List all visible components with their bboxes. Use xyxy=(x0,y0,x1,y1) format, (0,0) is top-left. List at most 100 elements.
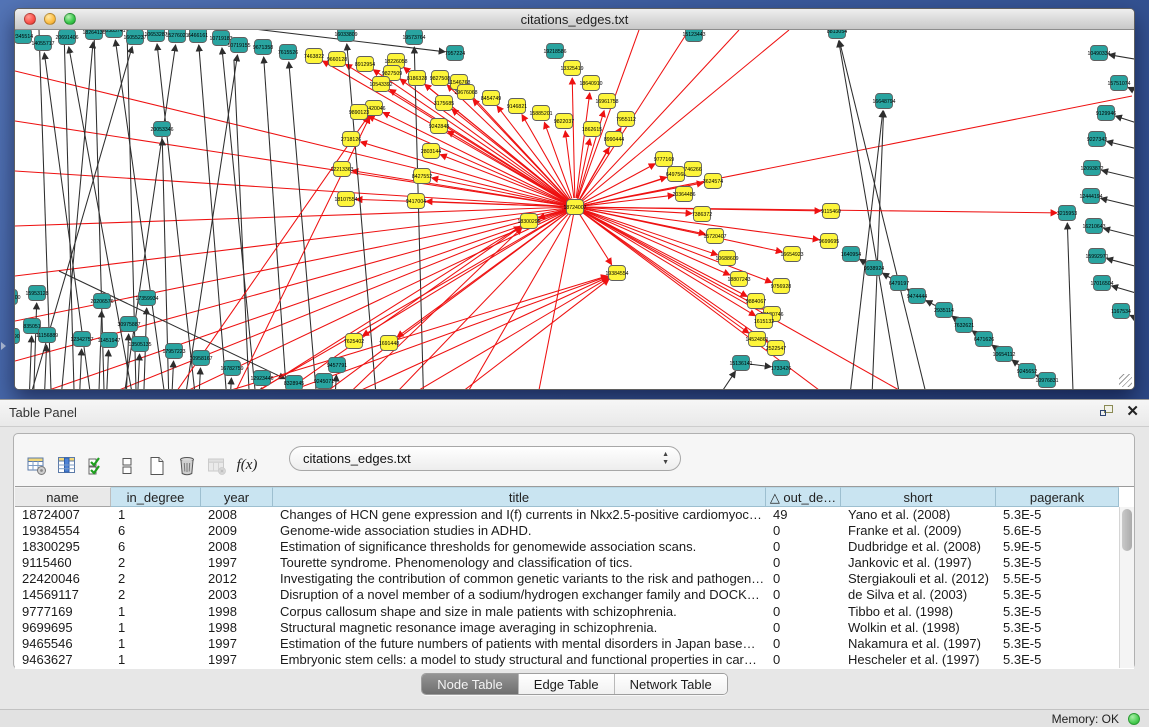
graph-node[interactable]: 16055237 xyxy=(123,30,146,45)
graph-edge[interactable] xyxy=(59,271,285,379)
graph-edge[interactable] xyxy=(871,111,884,389)
column-header-out_de[interactable]: △ out_de… xyxy=(766,487,841,507)
graph-node[interactable]: 18107554 xyxy=(334,192,357,207)
row-selection-icon[interactable] xyxy=(82,451,112,481)
graph-node[interactable]: 1862615 xyxy=(582,122,602,137)
graph-edge[interactable] xyxy=(170,361,174,389)
graph-node[interactable]: 9242848 xyxy=(429,119,449,134)
table-row[interactable]: 2242004622012Investigating the contribut… xyxy=(15,571,1134,587)
graph-node[interactable]: 12093872 xyxy=(1080,161,1103,176)
table-row[interactable]: 946362711997Embryonic stem cells: a mode… xyxy=(15,652,1134,668)
graph-node[interactable]: 30975887 xyxy=(117,317,140,332)
graph-node[interactable]: 2935114 xyxy=(934,303,954,318)
table-row[interactable]: 977716911998Corpus callosum shape and si… xyxy=(15,604,1134,620)
graph-node[interactable]: 9457791 xyxy=(327,358,347,373)
graph-node[interactable]: 23200500 xyxy=(15,290,21,305)
panel-collapse-arrow[interactable] xyxy=(1,342,6,350)
graph-node[interactable]: 10688609 xyxy=(715,251,738,266)
graph-edge[interactable] xyxy=(1107,259,1134,269)
graph-edge[interactable] xyxy=(572,78,575,198)
float-panel-icon[interactable] xyxy=(1100,405,1114,419)
graph-node[interactable]: 20053346 xyxy=(150,122,173,137)
graph-edge[interactable] xyxy=(447,85,568,201)
graph-node[interactable]: 1167534 xyxy=(1111,304,1131,319)
graph-node[interactable]: 18807243 xyxy=(727,272,750,287)
graph-node[interactable]: 9245652 xyxy=(1017,364,1037,379)
graph-node[interactable]: 746266 xyxy=(684,162,701,177)
graph-edge[interactable] xyxy=(184,55,237,389)
column-header-short[interactable]: short xyxy=(841,487,996,507)
graph-node[interactable]: 6497568 xyxy=(666,167,686,182)
graph-node[interactable]: 15136141 xyxy=(729,356,752,371)
graph-edge[interactable] xyxy=(264,57,289,389)
graph-node[interactable]: 20206576 xyxy=(90,294,113,309)
graph-edge[interactable] xyxy=(229,227,521,389)
graph-node[interactable]: 15276021 xyxy=(165,30,188,43)
graph-node[interactable]: 9671358 xyxy=(253,40,273,55)
graph-node[interactable]: 15992971 xyxy=(1085,249,1108,264)
column-visibility-icon[interactable] xyxy=(52,451,82,481)
close-panel-icon[interactable]: ✕ xyxy=(1126,405,1139,419)
graph-node[interactable]: 17016504 xyxy=(1090,276,1113,291)
panel-mode-icon[interactable] xyxy=(112,451,142,481)
graph-node[interactable]: 10958167 xyxy=(189,351,212,366)
graph-edge[interactable] xyxy=(259,207,575,389)
graph-node[interactable]: 19384554 xyxy=(605,266,628,281)
graph-node[interactable]: 13325419 xyxy=(560,61,583,76)
graph-node[interactable]: 9245071 xyxy=(314,374,334,389)
graph-node[interactable]: 29676068 xyxy=(454,85,477,100)
graph-node[interactable]: 18724007 xyxy=(563,200,586,215)
graph-node[interactable]: 9699695 xyxy=(819,234,839,249)
table-settings-icon[interactable] xyxy=(22,451,52,481)
tab-network-table[interactable]: Network Table xyxy=(614,674,727,694)
graph-edge[interactable] xyxy=(28,336,32,389)
tab-edge-table[interactable]: Edge Table xyxy=(518,674,614,694)
graph-edge[interactable] xyxy=(1128,87,1134,96)
graph-edge[interactable] xyxy=(539,207,575,389)
graph-node[interactable]: 9129946 xyxy=(1096,106,1116,121)
graph-node[interactable]: 1640954 xyxy=(841,247,861,262)
graph-node[interactable]: 1615132 xyxy=(754,314,774,329)
table-row[interactable]: 911546021997Tourette syndrome. Phenomeno… xyxy=(15,555,1134,571)
graph-edge[interactable] xyxy=(1130,315,1134,323)
graph-node[interactable]: 7632621 xyxy=(954,318,974,333)
column-header-in_degree[interactable]: in_degree xyxy=(111,487,201,507)
graph-edge[interactable] xyxy=(98,311,102,389)
tab-node-table[interactable]: Node Table xyxy=(422,674,518,694)
graph-edge[interactable] xyxy=(432,178,566,205)
graph-node[interactable]: 16210643 xyxy=(1082,219,1105,234)
graph-node[interactable]: 9227343 xyxy=(1087,132,1107,147)
graph-node[interactable]: 7615526 xyxy=(278,45,298,60)
column-header-pagerank[interactable]: pagerank xyxy=(996,487,1119,507)
graph-node[interactable]: 13505135 xyxy=(128,337,151,352)
graph-edge[interactable] xyxy=(157,44,199,389)
table-selector-dropdown[interactable]: citations_edges.txt ▲▼ xyxy=(289,446,681,471)
graph-node[interactable]: 6479197 xyxy=(889,276,909,291)
table-row[interactable]: 946554611997Estimation of the future num… xyxy=(15,636,1134,652)
graph-node[interactable]: 6466161 xyxy=(188,30,208,43)
graph-node[interactable]: 3215953 xyxy=(1057,206,1077,221)
graph-node[interactable]: 9660128 xyxy=(327,52,347,67)
scrollbar-thumb[interactable] xyxy=(1122,509,1132,551)
network-graph[interactable]: 2345514140557172069140618264130203837411… xyxy=(15,30,1134,389)
column-header-title[interactable]: title xyxy=(273,487,766,507)
graph-edge[interactable] xyxy=(258,388,261,389)
graph-node[interactable]: 10976831 xyxy=(1035,373,1058,388)
graph-node[interactable]: 9115460 xyxy=(821,204,841,219)
graph-node[interactable]: 16654923 xyxy=(780,247,803,262)
graph-node[interactable]: 9777169 xyxy=(654,152,674,167)
graph-node[interactable]: 20364486 xyxy=(672,187,695,202)
graph-node[interactable]: 6471626 xyxy=(974,332,994,347)
graph-edge[interactable] xyxy=(583,164,655,203)
graph-node[interactable]: 7957224 xyxy=(445,46,465,61)
graph-node[interactable]: 17359934 xyxy=(135,291,158,306)
graph-edge[interactable] xyxy=(1104,228,1134,239)
graph-node[interactable]: 8427552 xyxy=(412,169,432,184)
delete-rows-icon[interactable] xyxy=(172,451,202,481)
graph-node[interactable]: 15720407 xyxy=(703,229,726,244)
graph-node[interactable]: 2718126 xyxy=(341,132,361,147)
graph-node[interactable]: 1733426 xyxy=(771,361,791,376)
graph-node[interactable]: 9474444 xyxy=(907,289,927,304)
graph-node[interactable]: 9890123 xyxy=(349,105,369,120)
vertical-scrollbar[interactable] xyxy=(1119,507,1134,668)
